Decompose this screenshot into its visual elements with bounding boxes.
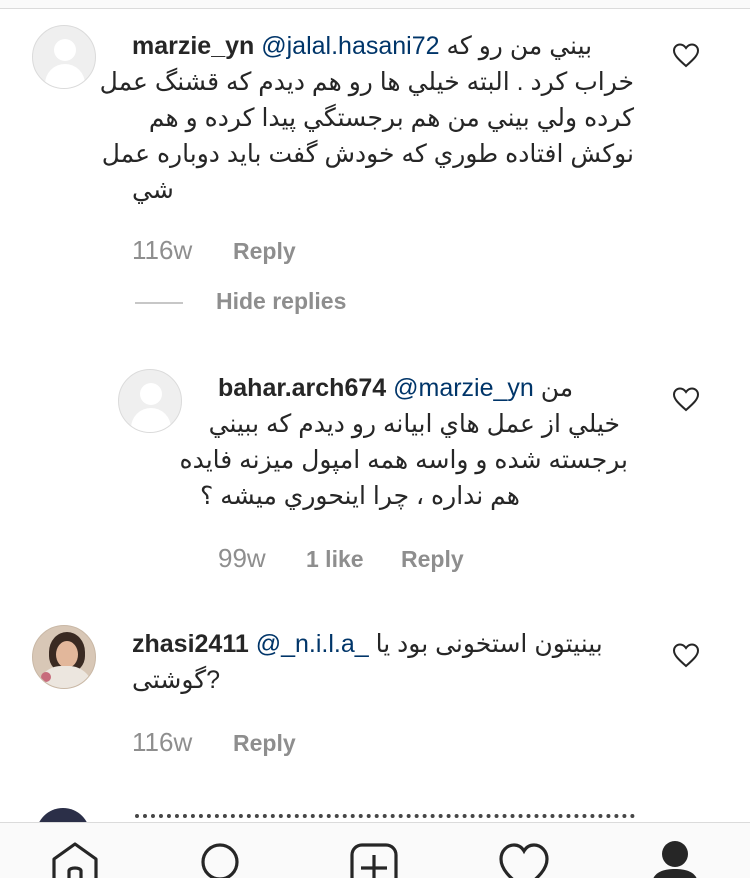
replies-divider bbox=[135, 302, 183, 304]
avatar-placeholder-head bbox=[54, 39, 76, 61]
comment-first-line: marzie_yn @jalal.hasani72 بيني من رو که bbox=[132, 28, 634, 64]
avatar-placeholder-body bbox=[45, 64, 85, 88]
comment-item: zhasi2411 @_n.i.l.a_ بینیتون استخونی بود… bbox=[0, 620, 750, 780]
comments-screen: marzie_yn @jalal.hasani72 بيني من رو که … bbox=[0, 0, 750, 878]
comment-meta: 99w 1 like Reply bbox=[218, 543, 518, 577]
comment-first-line-text: بيني من رو که bbox=[446, 32, 593, 60]
like-heart-icon[interactable] bbox=[672, 386, 700, 412]
avatar-photo-face bbox=[56, 641, 78, 668]
comment-meta: 116w Reply bbox=[132, 727, 392, 761]
home-icon bbox=[52, 842, 98, 878]
comment-line: گوشتی? bbox=[132, 666, 221, 694]
tab-new-post[interactable] bbox=[348, 841, 402, 878]
comment-first-line-text: بینیتون استخونی بود یا bbox=[375, 630, 603, 658]
comment-line: خراب کرد . البته خيلي ها رو هم ديدم که ق… bbox=[99, 68, 634, 96]
avatar[interactable] bbox=[118, 369, 182, 433]
comment-username[interactable]: zhasi2411 bbox=[132, 630, 249, 658]
comment-first-line: zhasi2411 @_n.i.l.a_ بینیتون استخونی بود… bbox=[132, 626, 632, 662]
avatar[interactable] bbox=[32, 25, 96, 89]
comment-first-line-text: من bbox=[540, 374, 574, 402]
tab-activity[interactable] bbox=[497, 841, 551, 878]
hide-replies-label[interactable]: Hide replies bbox=[216, 288, 346, 315]
comment-line: کرده ولي بيني من هم برجستگي پيدا کرده و … bbox=[148, 104, 634, 132]
comment-username[interactable]: bahar.arch674 bbox=[218, 374, 386, 402]
new-post-icon bbox=[350, 843, 398, 878]
comment-text: zhasi2411 @_n.i.l.a_ بینیتون استخونی بود… bbox=[132, 626, 632, 698]
tab-search[interactable] bbox=[194, 841, 248, 878]
tab-profile[interactable] bbox=[646, 841, 700, 878]
comment-line: هم نداره ، چرا اينحوري ميشه ؟ bbox=[199, 482, 520, 510]
comment-mention[interactable]: @marzie_yn bbox=[393, 374, 534, 402]
comment-text: marzie_yn @jalal.hasani72 بيني من رو که … bbox=[99, 28, 634, 208]
reply-button[interactable]: Reply bbox=[233, 238, 296, 265]
comment-text: bahar.arch674 @marzie_yn من خيلي از عمل … bbox=[179, 370, 638, 514]
like-heart-icon[interactable] bbox=[672, 642, 700, 668]
comment-mention[interactable]: @jalal.hasani72 bbox=[261, 32, 439, 60]
comment-item: marzie_yn @jalal.hasani72 بيني من رو که … bbox=[0, 0, 750, 290]
avatar-placeholder-head bbox=[140, 383, 162, 405]
comment-first-line: bahar.arch674 @marzie_yn من bbox=[218, 370, 638, 406]
search-icon bbox=[201, 843, 239, 878]
comment-time: 116w bbox=[132, 727, 193, 757]
likes-count-link[interactable]: 1 like bbox=[306, 546, 364, 573]
reply-button[interactable]: Reply bbox=[233, 730, 296, 757]
like-heart-icon[interactable] bbox=[672, 42, 700, 68]
comment-meta: 116w Reply bbox=[132, 235, 296, 266]
avatar-photo-flower bbox=[41, 672, 51, 682]
comment-mention[interactable]: @_n.i.l.a_ bbox=[256, 630, 369, 658]
comment-line: نوکش افتاده طوري که خودش گفت بايد دوباره… bbox=[101, 140, 634, 168]
profile-icon bbox=[653, 841, 697, 878]
comment-time: 116w bbox=[132, 235, 193, 265]
comment-username[interactable]: marzie_yn bbox=[132, 32, 254, 60]
reply-item: bahar.arch674 @marzie_yn من خيلي از عمل … bbox=[0, 360, 750, 590]
avatar[interactable] bbox=[32, 625, 96, 689]
comment-time: 99w bbox=[218, 543, 266, 573]
tab-home[interactable] bbox=[48, 841, 102, 878]
avatar-placeholder-body bbox=[131, 408, 171, 432]
comment-line: خيلي از عمل هاي ابيانه رو ديدم که ببيني bbox=[208, 410, 620, 438]
reply-button[interactable]: Reply bbox=[401, 546, 464, 573]
comment-line: شي bbox=[132, 176, 174, 204]
comment-line: برجسته شده و واسه همه امپول ميزنه فايده bbox=[179, 446, 628, 474]
bottom-tab-bar bbox=[0, 822, 750, 878]
activity-heart-icon bbox=[499, 843, 549, 878]
